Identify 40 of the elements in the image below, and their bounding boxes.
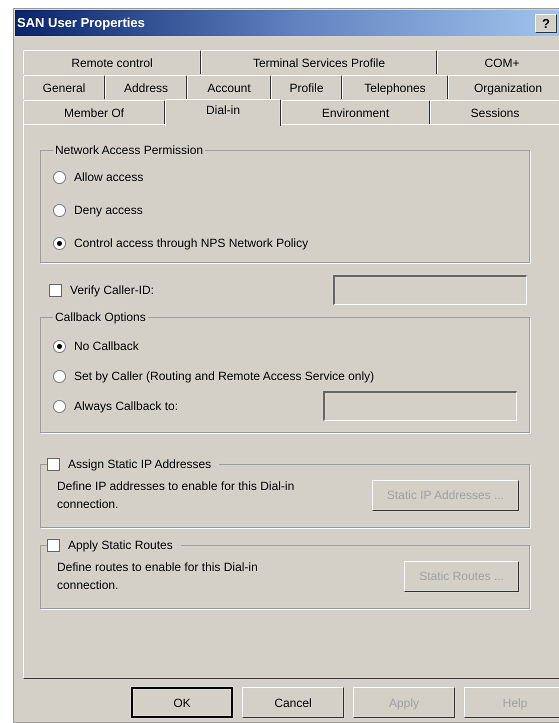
tab[interactable]: Member Of — [23, 100, 165, 124]
window-title: SAN User Properties — [17, 14, 145, 32]
radio-label[interactable]: No Callback — [74, 337, 139, 355]
description-text: Define IP addresses to enable for this Dial-in connection. — [57, 478, 296, 513]
checkbox-label[interactable]: Verify Caller-ID: — [70, 281, 154, 299]
radio-button[interactable] — [53, 204, 66, 216]
checkbox[interactable] — [47, 538, 60, 552]
tab[interactable]: Dial-in — [165, 99, 281, 126]
tab[interactable]: Telephones — [342, 75, 448, 99]
tab[interactable]: Profile — [271, 75, 342, 99]
radio-button[interactable] — [53, 400, 66, 412]
tab[interactable]: Organization — [448, 75, 559, 99]
tab[interactable]: Environment — [281, 100, 430, 124]
dialog-button[interactable]: OK — [131, 687, 233, 718]
radio-button[interactable] — [53, 170, 66, 184]
tab[interactable]: Terminal Services Profile — [201, 50, 437, 74]
dialog-button[interactable]: Cancel — [242, 687, 344, 718]
checkbox[interactable] — [47, 458, 60, 470]
radio-button[interactable] — [53, 236, 66, 250]
radio-label[interactable]: Control access through NPS Network Policy — [74, 234, 308, 252]
radio-button[interactable] — [53, 370, 66, 382]
radio-button[interactable] — [53, 340, 66, 352]
help-button[interactable]: ? — [535, 14, 557, 32]
radio-label[interactable]: Deny access — [74, 201, 143, 219]
radio-label[interactable]: Set by Caller (Routing and Remote Access Service only) — [74, 367, 374, 385]
tab[interactable]: Remote control — [23, 50, 201, 74]
tab[interactable]: Account — [187, 75, 271, 99]
tab[interactable]: Address — [105, 75, 187, 99]
description-text: Define routes to enable for this Dial-in connection. — [57, 559, 259, 594]
checkbox-label[interactable]: Assign Static IP Addresses — [68, 455, 212, 473]
tab[interactable]: General — [23, 75, 105, 99]
group-title: Network Access Permission — [54, 142, 204, 159]
checkbox[interactable] — [49, 284, 62, 296]
tab[interactable]: Sessions — [430, 100, 559, 124]
checkbox-label[interactable]: Apply Static Routes — [68, 536, 173, 554]
text-field[interactable] — [323, 391, 517, 421]
group-title: Callback Options — [54, 309, 147, 326]
tab[interactable]: COM+ — [437, 50, 559, 74]
radio-label[interactable]: Always Callback to: — [74, 397, 178, 415]
radio-label[interactable]: Allow access — [74, 168, 144, 186]
